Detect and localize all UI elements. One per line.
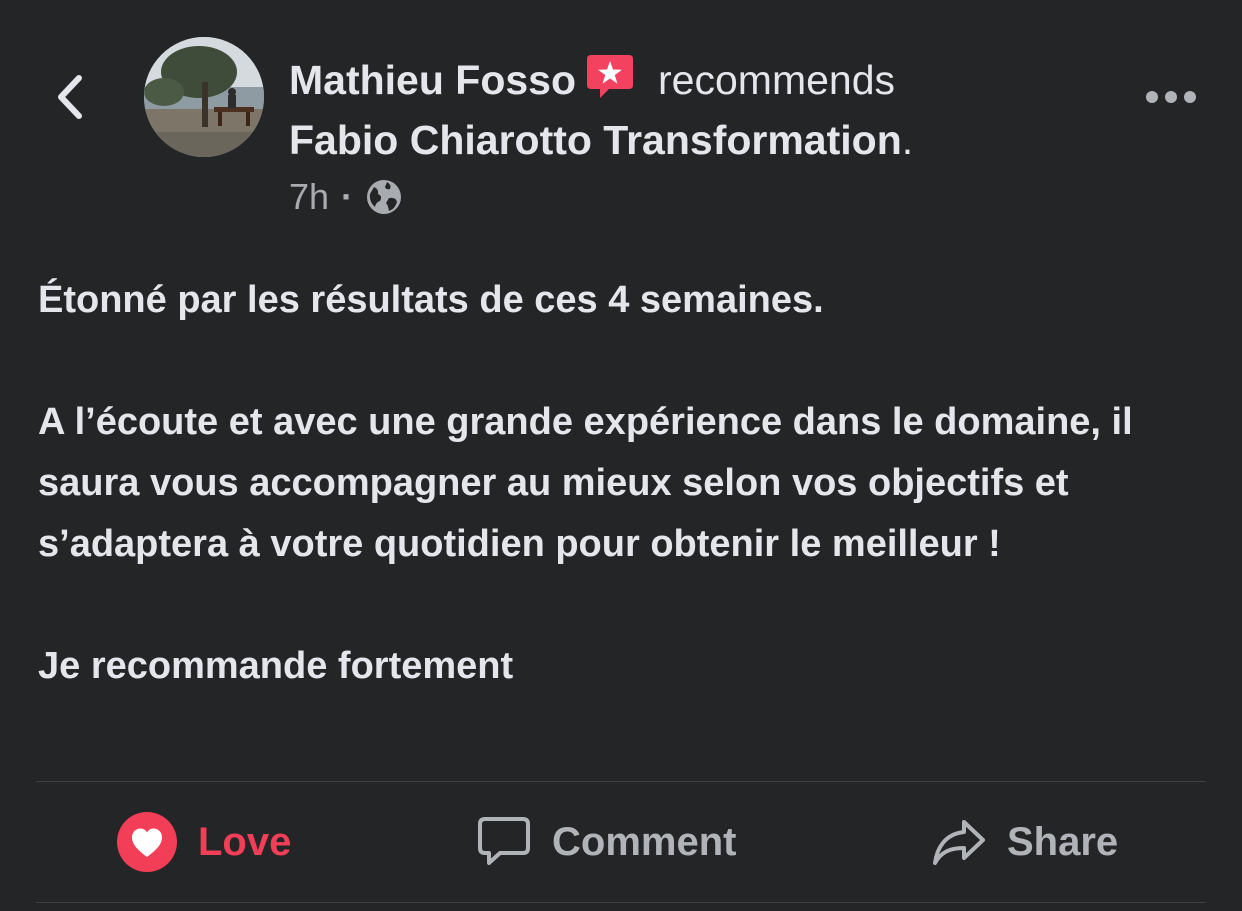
comment-label: Comment — [552, 819, 737, 864]
love-heart-icon — [116, 811, 178, 873]
more-dots-icon — [1146, 91, 1196, 103]
share-label: Share — [1007, 819, 1119, 864]
chevron-left-icon — [58, 75, 82, 119]
globe-icon[interactable] — [365, 178, 403, 216]
post-meta: 7h · — [289, 172, 403, 222]
post-line-1: Étonné par les résultats de ces 4 semain… — [38, 279, 824, 321]
love-button[interactable]: Love — [116, 806, 291, 878]
post-header: Mathieu Fosso recommends Fabio Chiarotto… — [289, 50, 1109, 170]
share-button[interactable]: Share — [931, 806, 1118, 878]
avatar-photo — [144, 37, 264, 157]
recommendation-star-icon — [584, 52, 636, 100]
recommends-label: recommends — [658, 57, 896, 103]
post-paragraph-2: A l’écoute et avec une grande expérience… — [38, 401, 1133, 565]
avatar[interactable] — [144, 37, 264, 157]
more-options-button[interactable] — [1140, 84, 1202, 110]
post-body: Étonné par les résultats de ces 4 semain… — [38, 270, 1208, 697]
comment-button[interactable]: Comment — [476, 806, 736, 878]
post-line-3: Je recommande fortement — [38, 645, 514, 687]
page-name-link[interactable]: Fabio Chiarotto Transformation — [289, 117, 902, 163]
love-label: Love — [198, 819, 292, 864]
divider-bottom — [36, 902, 1206, 903]
back-button[interactable] — [50, 72, 90, 122]
recommendation-post: Mathieu Fosso recommends Fabio Chiarotto… — [0, 0, 1242, 911]
timestamp[interactable]: 7h — [289, 176, 329, 218]
share-arrow-icon — [931, 817, 987, 867]
action-bar: Love Comment Share — [36, 782, 1206, 902]
header-period: . — [901, 117, 914, 163]
author-name[interactable]: Mathieu Fosso — [289, 57, 576, 103]
meta-separator: · — [341, 176, 354, 217]
comment-bubble-icon — [476, 815, 532, 869]
